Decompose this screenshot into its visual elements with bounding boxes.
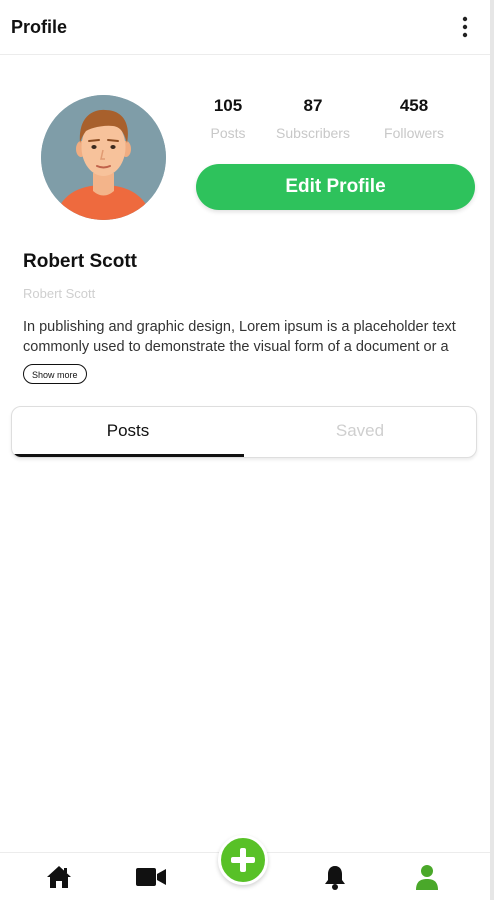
tab-saved[interactable]: Saved bbox=[244, 407, 476, 457]
video-icon bbox=[136, 868, 166, 886]
show-more-button[interactable]: Show more bbox=[23, 364, 87, 384]
user-icon bbox=[416, 865, 438, 890]
avatar[interactable] bbox=[41, 95, 166, 220]
nav-notifications[interactable] bbox=[315, 853, 355, 901]
stat-posts-label: Posts bbox=[210, 125, 246, 141]
profile-name: Robert Scott bbox=[23, 251, 137, 272]
edit-profile-button[interactable]: Edit Profile bbox=[196, 164, 475, 210]
nav-video[interactable] bbox=[131, 853, 171, 901]
profile-username: Robert Scott bbox=[23, 286, 96, 301]
tab-posts[interactable]: Posts bbox=[12, 407, 244, 457]
bell-icon bbox=[325, 866, 345, 890]
avatar-illustration bbox=[41, 95, 166, 220]
page-title: Profile bbox=[11, 17, 68, 37]
stat-subscribers-value: 87 bbox=[303, 96, 323, 115]
more-vertical-icon[interactable] bbox=[462, 15, 468, 39]
add-icon bbox=[231, 848, 255, 872]
stat-followers-value: 458 bbox=[399, 96, 429, 115]
home-icon bbox=[47, 866, 71, 888]
app-header: Profile bbox=[0, 0, 490, 55]
add-post-button[interactable] bbox=[218, 835, 268, 885]
stat-followers[interactable]: 458 Followers bbox=[376, 96, 452, 141]
scrollbar-track bbox=[490, 0, 494, 900]
stat-followers-label: Followers bbox=[384, 125, 444, 141]
stat-posts-value: 105 bbox=[213, 96, 243, 115]
stat-posts[interactable]: 105 Posts bbox=[203, 96, 253, 141]
stat-subscribers[interactable]: 87 Subscribers bbox=[268, 96, 358, 141]
nav-profile[interactable] bbox=[407, 853, 447, 901]
profile-tabs: Posts Saved bbox=[11, 406, 477, 458]
stat-subscribers-label: Subscribers bbox=[276, 125, 350, 141]
nav-home[interactable] bbox=[39, 853, 79, 901]
profile-bio: In publishing and graphic design, Lorem … bbox=[23, 319, 456, 355]
